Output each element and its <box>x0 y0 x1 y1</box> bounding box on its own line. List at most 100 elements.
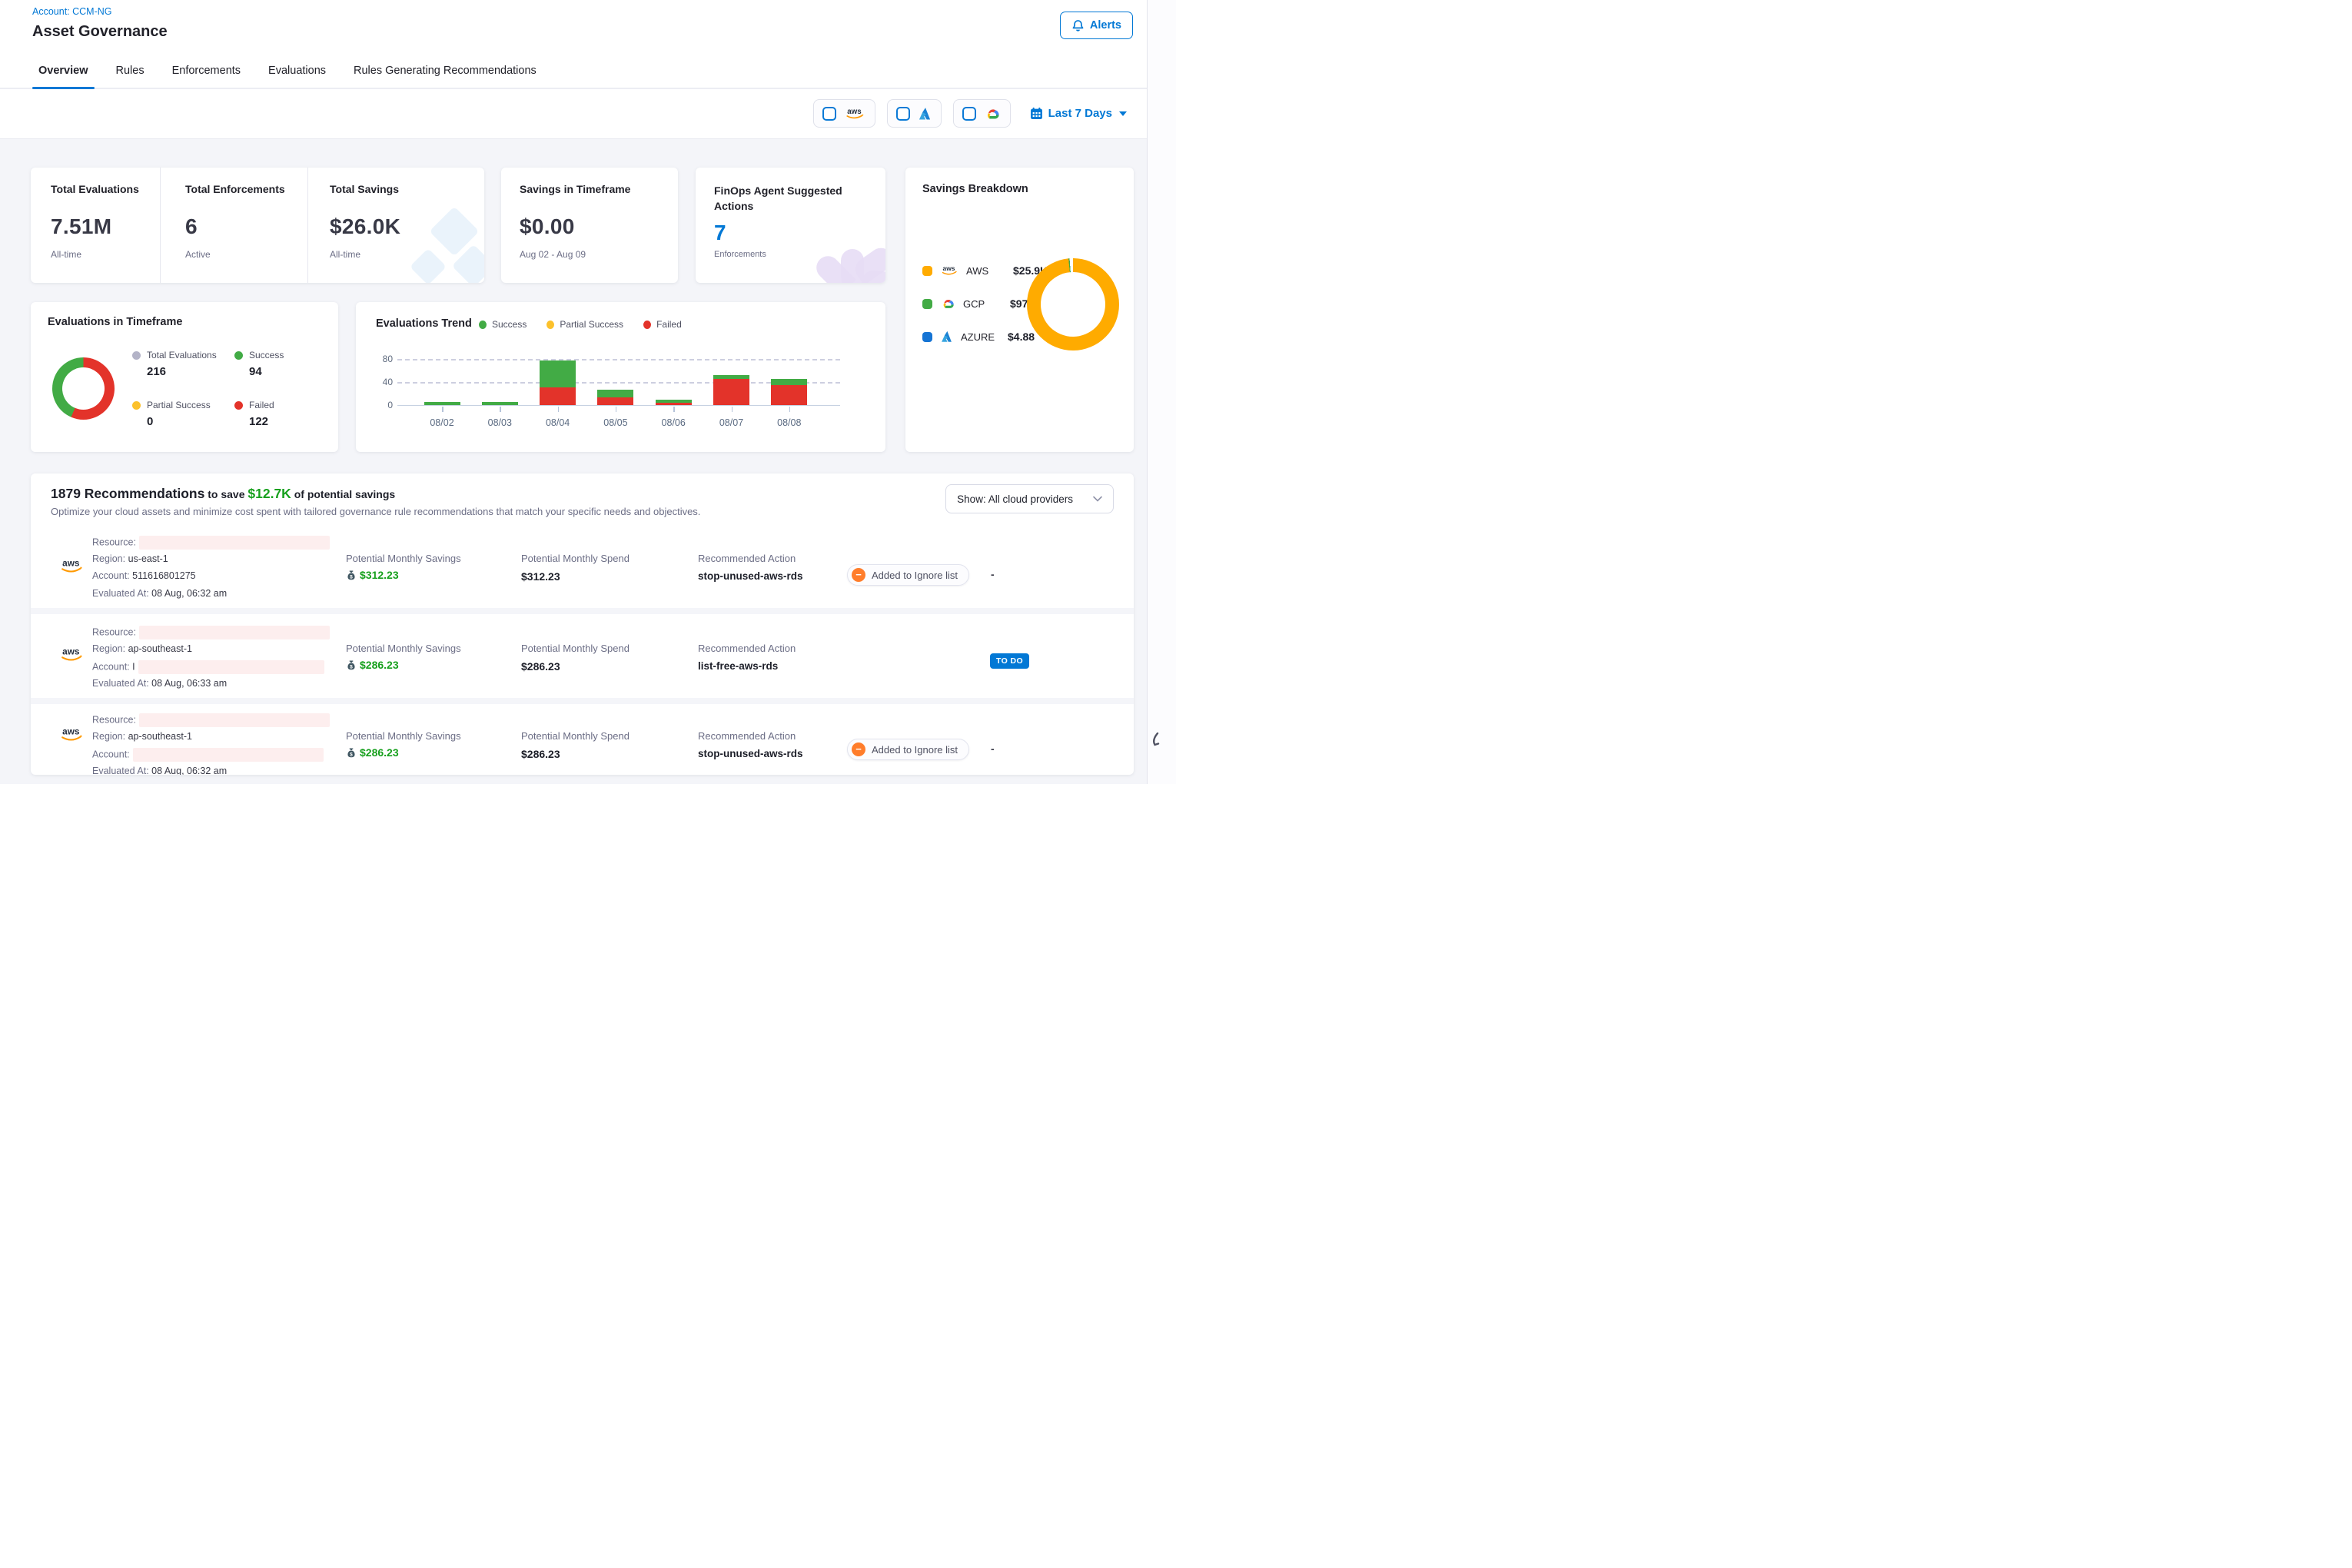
spend-value: $286.23 <box>521 660 560 673</box>
added-to-ignore-list-pill[interactable]: − Added to Ignore list <box>847 739 969 760</box>
stat-title: Total Evaluations <box>51 183 160 195</box>
filter-provider-aws[interactable]: aws <box>813 99 875 128</box>
alerts-button[interactable]: Alerts <box>1060 12 1133 39</box>
region-line: Region: ap-southeast-1 <box>92 643 192 654</box>
calendar-icon <box>1030 107 1043 120</box>
x-tick-label: 08/07 <box>707 417 756 428</box>
region-line: Region: ap-southeast-1 <box>92 731 192 742</box>
stat-caption: All-time <box>51 249 160 260</box>
savings-label: Potential Monthly Savings <box>346 643 461 654</box>
status-value: - <box>991 568 995 580</box>
y-tick-label: 40 <box>370 377 393 387</box>
legend-item-aws: aws AWS $25.9K <box>922 261 1048 280</box>
evaluations-donut-chart <box>52 357 115 420</box>
bar-08/02 <box>424 402 460 405</box>
svg-text:$: $ <box>350 574 353 580</box>
todo-status-badge[interactable]: TO DO <box>990 653 1029 669</box>
total-enforcements-stat: Total Enforcements 6 Active <box>160 168 307 283</box>
gcp-checkbox[interactable] <box>962 107 976 121</box>
redacted-resource <box>139 713 330 727</box>
donut-hole <box>1041 272 1105 337</box>
recommendations-title: 1879 Recommendations to save $12.7K of p… <box>51 486 395 502</box>
tab-enforcements[interactable]: Enforcements <box>172 54 241 88</box>
card-title: FinOps Agent Suggested Actions <box>714 183 845 214</box>
bar-08/04 <box>540 360 576 405</box>
evaluations-legend: Total Evaluations 216 Success 94 Partial… <box>132 350 324 428</box>
x-tick-label: 08/03 <box>475 417 524 428</box>
right-gutter <box>1147 0 1176 784</box>
account-breadcrumb[interactable]: Account: CCM-NG <box>32 6 112 17</box>
y-tick-label: 0 <box>370 400 393 410</box>
x-tick-mark <box>789 407 791 412</box>
ignore-label: Added to Ignore list <box>872 570 958 581</box>
x-tick-mark <box>673 407 675 412</box>
stat-value: 7.51M <box>51 214 160 239</box>
provider-name: GCP <box>963 298 1003 310</box>
status-value: - <box>991 742 995 755</box>
tab-overview[interactable]: Overview <box>38 54 88 88</box>
gcp-logo-icon <box>983 106 1002 121</box>
legend-label: Total Evaluations <box>147 350 217 360</box>
bar-segment-success <box>597 390 633 398</box>
svg-text:aws: aws <box>62 646 80 656</box>
legend-value: 122 <box>249 415 324 428</box>
savings-value: $ $286.23 <box>346 659 399 671</box>
savings-value: $ $286.23 <box>346 746 399 759</box>
legend-label: Partial Success <box>147 400 211 410</box>
y-tick-label: 80 <box>370 354 393 364</box>
action-value: list-free-aws-rds <box>698 660 778 672</box>
provider-name: AZURE <box>961 331 1001 343</box>
recommendation-row[interactable]: aws Resource: Region: ap-southeast-1 Acc… <box>31 704 1134 775</box>
resource-line: Resource: <box>92 713 330 727</box>
failed-dot <box>234 401 243 410</box>
evaluations-trend-bar-chart: 80 40 0 08/0208/0308/0408/0508/0608/0708… <box>356 302 885 452</box>
legend-partial-success: Partial Success 0 <box>132 400 234 428</box>
bar-segment-failed <box>540 387 576 405</box>
date-range-selector[interactable]: Last 7 Days <box>1030 107 1127 120</box>
x-tick-label: 08/04 <box>533 417 583 428</box>
stat-caption: Active <box>185 249 307 260</box>
spend-label: Potential Monthly Spend <box>521 553 630 564</box>
added-to-ignore-list-pill[interactable]: − Added to Ignore list <box>847 564 969 586</box>
resource-line: Resource: <box>92 536 330 550</box>
recommendations-panel: 1879 Recommendations to save $12.7K of p… <box>31 473 1134 775</box>
aws-swatch <box>922 266 932 276</box>
bar-08/06 <box>656 400 692 406</box>
svg-text:aws: aws <box>943 264 955 272</box>
to-save-text: to save <box>208 488 244 500</box>
x-tick-label: 08/08 <box>765 417 814 428</box>
minus-icon: − <box>852 742 865 756</box>
bar-08/05 <box>597 390 633 405</box>
azure-checkbox[interactable] <box>896 107 910 121</box>
partial-dot <box>132 401 141 410</box>
donut-hole <box>62 367 105 410</box>
legend-value: 216 <box>147 365 234 378</box>
gridline-80 <box>397 359 840 360</box>
evaluations-in-timeframe-card: Evaluations in Timeframe Total Evaluatio… <box>31 302 338 452</box>
filter-provider-azure[interactable] <box>887 99 942 128</box>
chevron-down-icon <box>1119 111 1127 116</box>
recommendation-row[interactable]: aws Resource: Region: ap-southeast-1 Acc… <box>31 614 1134 698</box>
filter-provider-gcp[interactable] <box>953 99 1011 128</box>
evaluations-trend-card: Evaluations Trend Success Partial Succes… <box>356 302 885 452</box>
provider-savings: $4.88 <box>1008 331 1035 343</box>
redacted-resource <box>139 626 330 639</box>
evaluated-line: Evaluated At: 08 Aug, 06:33 am <box>92 678 227 689</box>
savings-value: $ $312.23 <box>346 569 399 581</box>
tab-evaluations[interactable]: Evaluations <box>268 54 326 88</box>
mouse-cursor <box>1151 733 1161 753</box>
spend-label: Potential Monthly Spend <box>521 730 630 742</box>
bar-segment-failed <box>713 379 749 405</box>
recommendation-row[interactable]: aws Resource: Region: us-east-1 Account:… <box>31 527 1134 608</box>
x-tick-mark <box>500 407 501 412</box>
tab-rules[interactable]: Rules <box>116 54 145 88</box>
azure-logo-icon <box>939 330 954 344</box>
svg-text:aws: aws <box>847 108 862 116</box>
dropdown-label: Show: All cloud providers <box>957 493 1073 505</box>
cloud-provider-filter-dropdown[interactable]: Show: All cloud providers <box>945 484 1114 513</box>
aws-checkbox[interactable] <box>822 107 836 121</box>
summary-stats-card: Total Evaluations 7.51M All-time Total E… <box>31 168 484 283</box>
tab-rules-generating-recommendations[interactable]: Rules Generating Recommendations <box>354 54 537 88</box>
gcp-logo-icon <box>939 297 956 311</box>
bar-08/08 <box>771 379 807 405</box>
